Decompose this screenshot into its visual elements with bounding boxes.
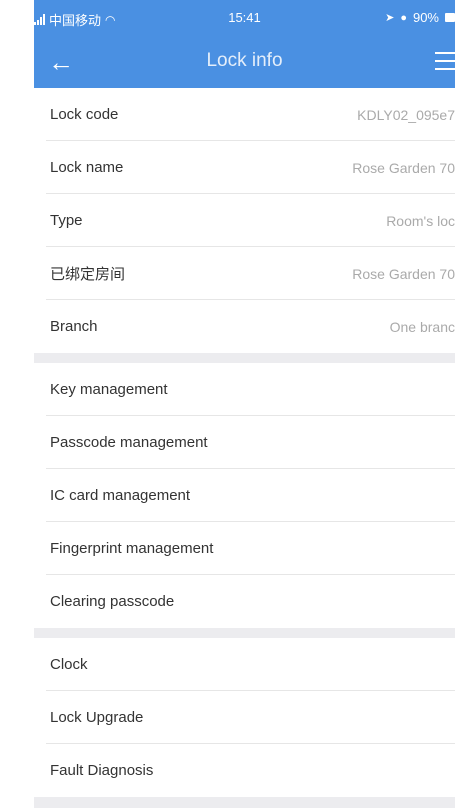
row-value: Room's loc <box>386 212 455 229</box>
fingerprint-management-row[interactable]: Fingerprint management <box>34 522 455 575</box>
navigation-bar: ← Lock info <box>34 36 455 88</box>
row-label: Branch <box>50 318 98 335</box>
fault-diagnosis-row[interactable]: Fault Diagnosis <box>34 744 455 797</box>
battery-icon <box>445 13 455 22</box>
status-bar: 中国移动 ◠ 15:41 ➤ ● 90% <box>34 0 455 36</box>
row-label: Fault Diagnosis <box>50 762 154 779</box>
battery-label: 90% <box>412 10 439 25</box>
page-title: Lock info <box>206 50 283 71</box>
menu-icon[interactable] <box>435 52 455 72</box>
row-label: Passcode management <box>50 434 208 451</box>
row-label: Lock code <box>50 106 119 123</box>
lock-info-group: Lock code KDLY02_095e7 Lock name Rose Ga… <box>34 88 455 353</box>
system-group: Clock Lock Upgrade Fault Diagnosis <box>34 638 455 797</box>
passcode-management-row[interactable]: Passcode management <box>34 416 455 469</box>
row-label: Key management <box>50 381 168 398</box>
bound-room-row[interactable]: 已绑定房间 Rose Garden 70 <box>34 247 455 300</box>
row-value: Rose Garden 70 <box>352 159 455 176</box>
phone-screen: 中国移动 ◠ 15:41 ➤ ● 90% ← Lock info Lock co… <box>34 0 455 808</box>
row-value: One branc <box>389 318 455 335</box>
row-label: 已绑定房间 <box>50 266 126 283</box>
clock-row[interactable]: Clock <box>34 638 455 691</box>
key-management-row[interactable]: Key management <box>34 363 455 416</box>
clearing-passcode-row[interactable]: Clearing passcode <box>34 575 455 628</box>
alarm-icon: ● <box>400 11 407 24</box>
lock-upgrade-row[interactable]: Lock Upgrade <box>34 691 455 744</box>
row-label: Fingerprint management <box>50 540 214 557</box>
row-label: Lock Upgrade <box>50 709 144 726</box>
row-label: Lock name <box>50 159 124 176</box>
lock-name-row[interactable]: Lock name Rose Garden 70 <box>34 141 455 194</box>
row-label: Clearing passcode <box>50 593 175 610</box>
settings-list: Lock code KDLY02_095e7 Lock name Rose Ga… <box>34 88 455 808</box>
branch-row[interactable]: Branch One branc <box>34 300 455 353</box>
type-row[interactable]: Type Room's loc <box>34 194 455 247</box>
location-icon: ➤ <box>385 12 395 24</box>
section-divider <box>34 353 455 363</box>
management-group: Key management Passcode management IC ca… <box>34 363 455 628</box>
status-right: ➤ ● 90% <box>385 10 455 25</box>
row-label: Type <box>50 212 83 229</box>
section-divider <box>34 797 455 808</box>
row-label: Clock <box>50 656 88 673</box>
row-label: IC card management <box>50 487 191 504</box>
lock-code-row[interactable]: Lock code KDLY02_095e7 <box>34 88 455 141</box>
row-value: KDLY02_095e7 <box>357 106 455 123</box>
row-value: Rose Garden 70 <box>352 265 455 282</box>
ic-card-management-row[interactable]: IC card management <box>34 469 455 522</box>
section-divider <box>34 628 455 638</box>
